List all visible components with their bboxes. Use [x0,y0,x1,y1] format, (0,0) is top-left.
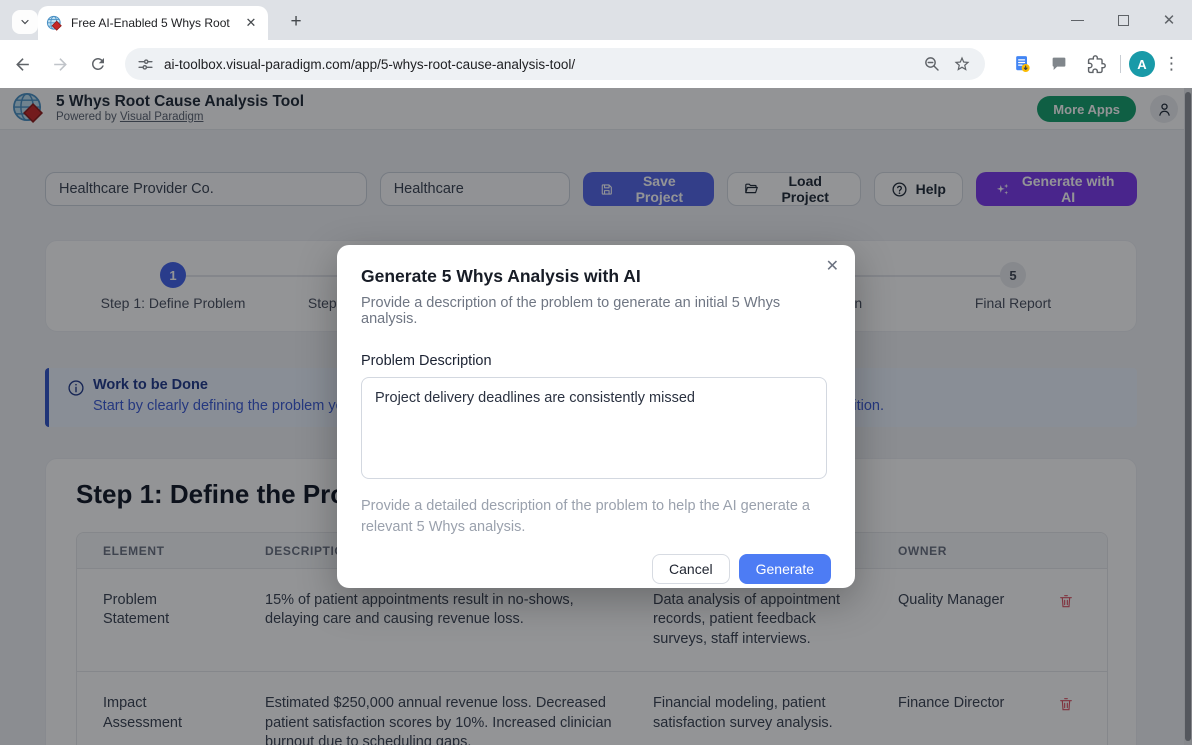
extensions-puzzle-icon[interactable] [1081,49,1111,79]
forward-button[interactable] [44,48,76,80]
annotation-icon[interactable] [1044,49,1074,79]
problem-description-label: Problem Description [361,353,831,369]
profile-avatar[interactable]: A [1129,51,1155,77]
modal-title: Generate 5 Whys Analysis with AI [361,266,831,287]
tab-search-button[interactable] [12,10,38,34]
toolbar-separator [1120,55,1121,73]
zoom-out-page-icon[interactable] [921,53,943,75]
site-favicon [46,15,63,32]
reading-mode-icon[interactable] [1007,49,1037,79]
modal-subtitle: Provide a description of the problem to … [361,295,831,327]
browser-toolbar: ai-toolbox.visual-paradigm.com/app/5-why… [0,40,1192,88]
site-info-icon[interactable] [137,56,154,73]
modal-helper-text: Provide a detailed description of the pr… [361,496,811,538]
address-bar[interactable]: ai-toolbox.visual-paradigm.com/app/5-why… [125,48,985,80]
reload-icon [89,55,107,73]
window-minimize-button[interactable] [1054,0,1100,40]
minimize-icon [1071,20,1084,21]
back-arrow-icon [13,55,32,74]
tab-close-icon[interactable]: ✕ [242,14,260,32]
bookmark-star-icon[interactable] [951,53,973,75]
cancel-button[interactable]: Cancel [652,554,730,584]
chevron-down-icon [19,16,31,28]
browser-menu-icon[interactable]: ⋮ [1163,54,1180,74]
page-viewport: 5 Whys Root Cause Analysis Tool Powered … [0,88,1192,745]
url-text[interactable]: ai-toolbox.visual-paradigm.com/app/5-why… [164,57,913,72]
forward-arrow-icon [51,55,70,74]
problem-description-textarea[interactable]: Project delivery deadlines are consisten… [361,377,827,479]
reload-button[interactable] [82,48,114,80]
window-maximize-button[interactable] [1100,0,1146,40]
generate-button[interactable]: Generate [739,554,831,584]
close-icon: ✕ [1163,11,1176,29]
tab-title: Free AI-Enabled 5 Whys Root C [71,16,231,30]
browser-titlebar: Free AI-Enabled 5 Whys Root C ✕ + ✕ [0,0,1192,40]
modal-close-icon[interactable]: ✕ [826,256,839,276]
maximize-icon [1118,15,1129,26]
back-button[interactable] [6,48,38,80]
generate-ai-modal: ✕ Generate 5 Whys Analysis with AI Provi… [337,245,855,588]
browser-tab[interactable]: Free AI-Enabled 5 Whys Root C ✕ [38,6,268,40]
window-close-button[interactable]: ✕ [1146,0,1192,40]
new-tab-button[interactable]: + [283,9,309,35]
browser-window: Free AI-Enabled 5 Whys Root C ✕ + ✕ ai-t… [0,0,1192,745]
